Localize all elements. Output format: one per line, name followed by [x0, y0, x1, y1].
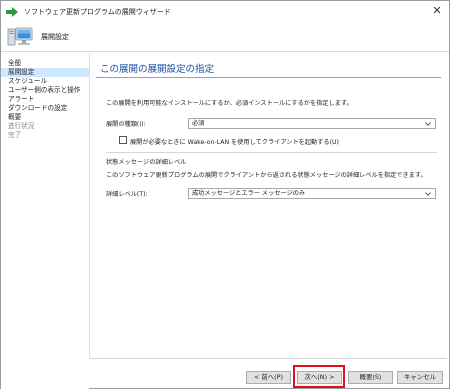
- deployment-type-label: 展開の種類(I):: [106, 121, 146, 128]
- chevron-down-icon: [425, 192, 431, 196]
- summary-button[interactable]: 概要(S): [348, 371, 393, 384]
- chevron-down-icon: [425, 122, 431, 126]
- nav-item-summary[interactable]: 概要: [1, 113, 89, 122]
- nav-item-schedule[interactable]: スケジュール: [1, 77, 89, 86]
- section-divider: [106, 152, 437, 153]
- footer-divider: [90, 358, 447, 359]
- nav-item-completion: 完了: [8, 131, 22, 139]
- back-button[interactable]: < 前へ(P): [246, 371, 291, 384]
- detail-level-label: 詳細レベル(T):: [106, 191, 148, 198]
- deployment-description: この展開を利用可能なインストールにするか、必須インストールにするかを指定します。: [106, 100, 353, 107]
- detail-level-value: 成功メッセージとエラー メッセージのみ: [192, 190, 306, 197]
- close-button[interactable]: ✕: [431, 5, 443, 17]
- wake-on-lan-checkbox[interactable]: [119, 136, 127, 144]
- state-message-section-label: 状態メッセージの詳細レベル: [106, 159, 187, 166]
- nav-item-alerts[interactable]: アラート: [1, 95, 89, 104]
- main-panel: この展開の展開設定の指定 この展開を利用可能なインストールにするか、必須インスト…: [89, 53, 449, 358]
- nav-item-deployment-settings[interactable]: 展開設定: [1, 68, 89, 77]
- header-title: 展開設定: [41, 33, 69, 41]
- nav-item-download-settings[interactable]: ダウンロードの設定: [1, 104, 89, 113]
- page-header: 展開設定: [1, 23, 449, 52]
- nav-item-progress: 進行状況: [8, 122, 35, 130]
- nav-item-user-experience[interactable]: ユーザー側の表示と操作: [1, 86, 89, 95]
- computer-icon: [7, 27, 33, 46]
- state-message-description: このソフトウェア更新プログラムの展開でクライアントから返される状態メッセージの詳…: [106, 172, 427, 179]
- next-button-highlight: [293, 365, 345, 388]
- page-heading: この展開の展開設定の指定: [100, 64, 215, 75]
- heading-divider: [96, 77, 441, 78]
- title-bar: ソフトウェア更新プログラムの展開ウィザード ✕: [1, 1, 449, 23]
- nav-item-general[interactable]: 全般: [1, 59, 89, 68]
- green-arrow-icon: [6, 7, 18, 17]
- wizard-window: ソフトウェア更新プログラムの展開ウィザード ✕ 展開設定 全般 展開設定 スケジ…: [0, 0, 450, 389]
- window-title: ソフトウェア更新プログラムの展開ウィザード: [24, 8, 171, 16]
- detail-level-select[interactable]: 成功メッセージとエラー メッセージのみ: [188, 188, 436, 199]
- wake-on-lan-label[interactable]: 展開が必要なときに Wake-on-LAN を使用してクライアントを起動する(U…: [130, 137, 339, 146]
- deployment-type-value: 必須: [192, 120, 205, 127]
- wizard-nav: 全般 展開設定 スケジュール ユーザー側の表示と操作 アラート ダウンロードの設…: [1, 53, 89, 389]
- deployment-type-select[interactable]: 必須: [188, 118, 436, 129]
- cancel-button[interactable]: キャンセル: [397, 371, 443, 384]
